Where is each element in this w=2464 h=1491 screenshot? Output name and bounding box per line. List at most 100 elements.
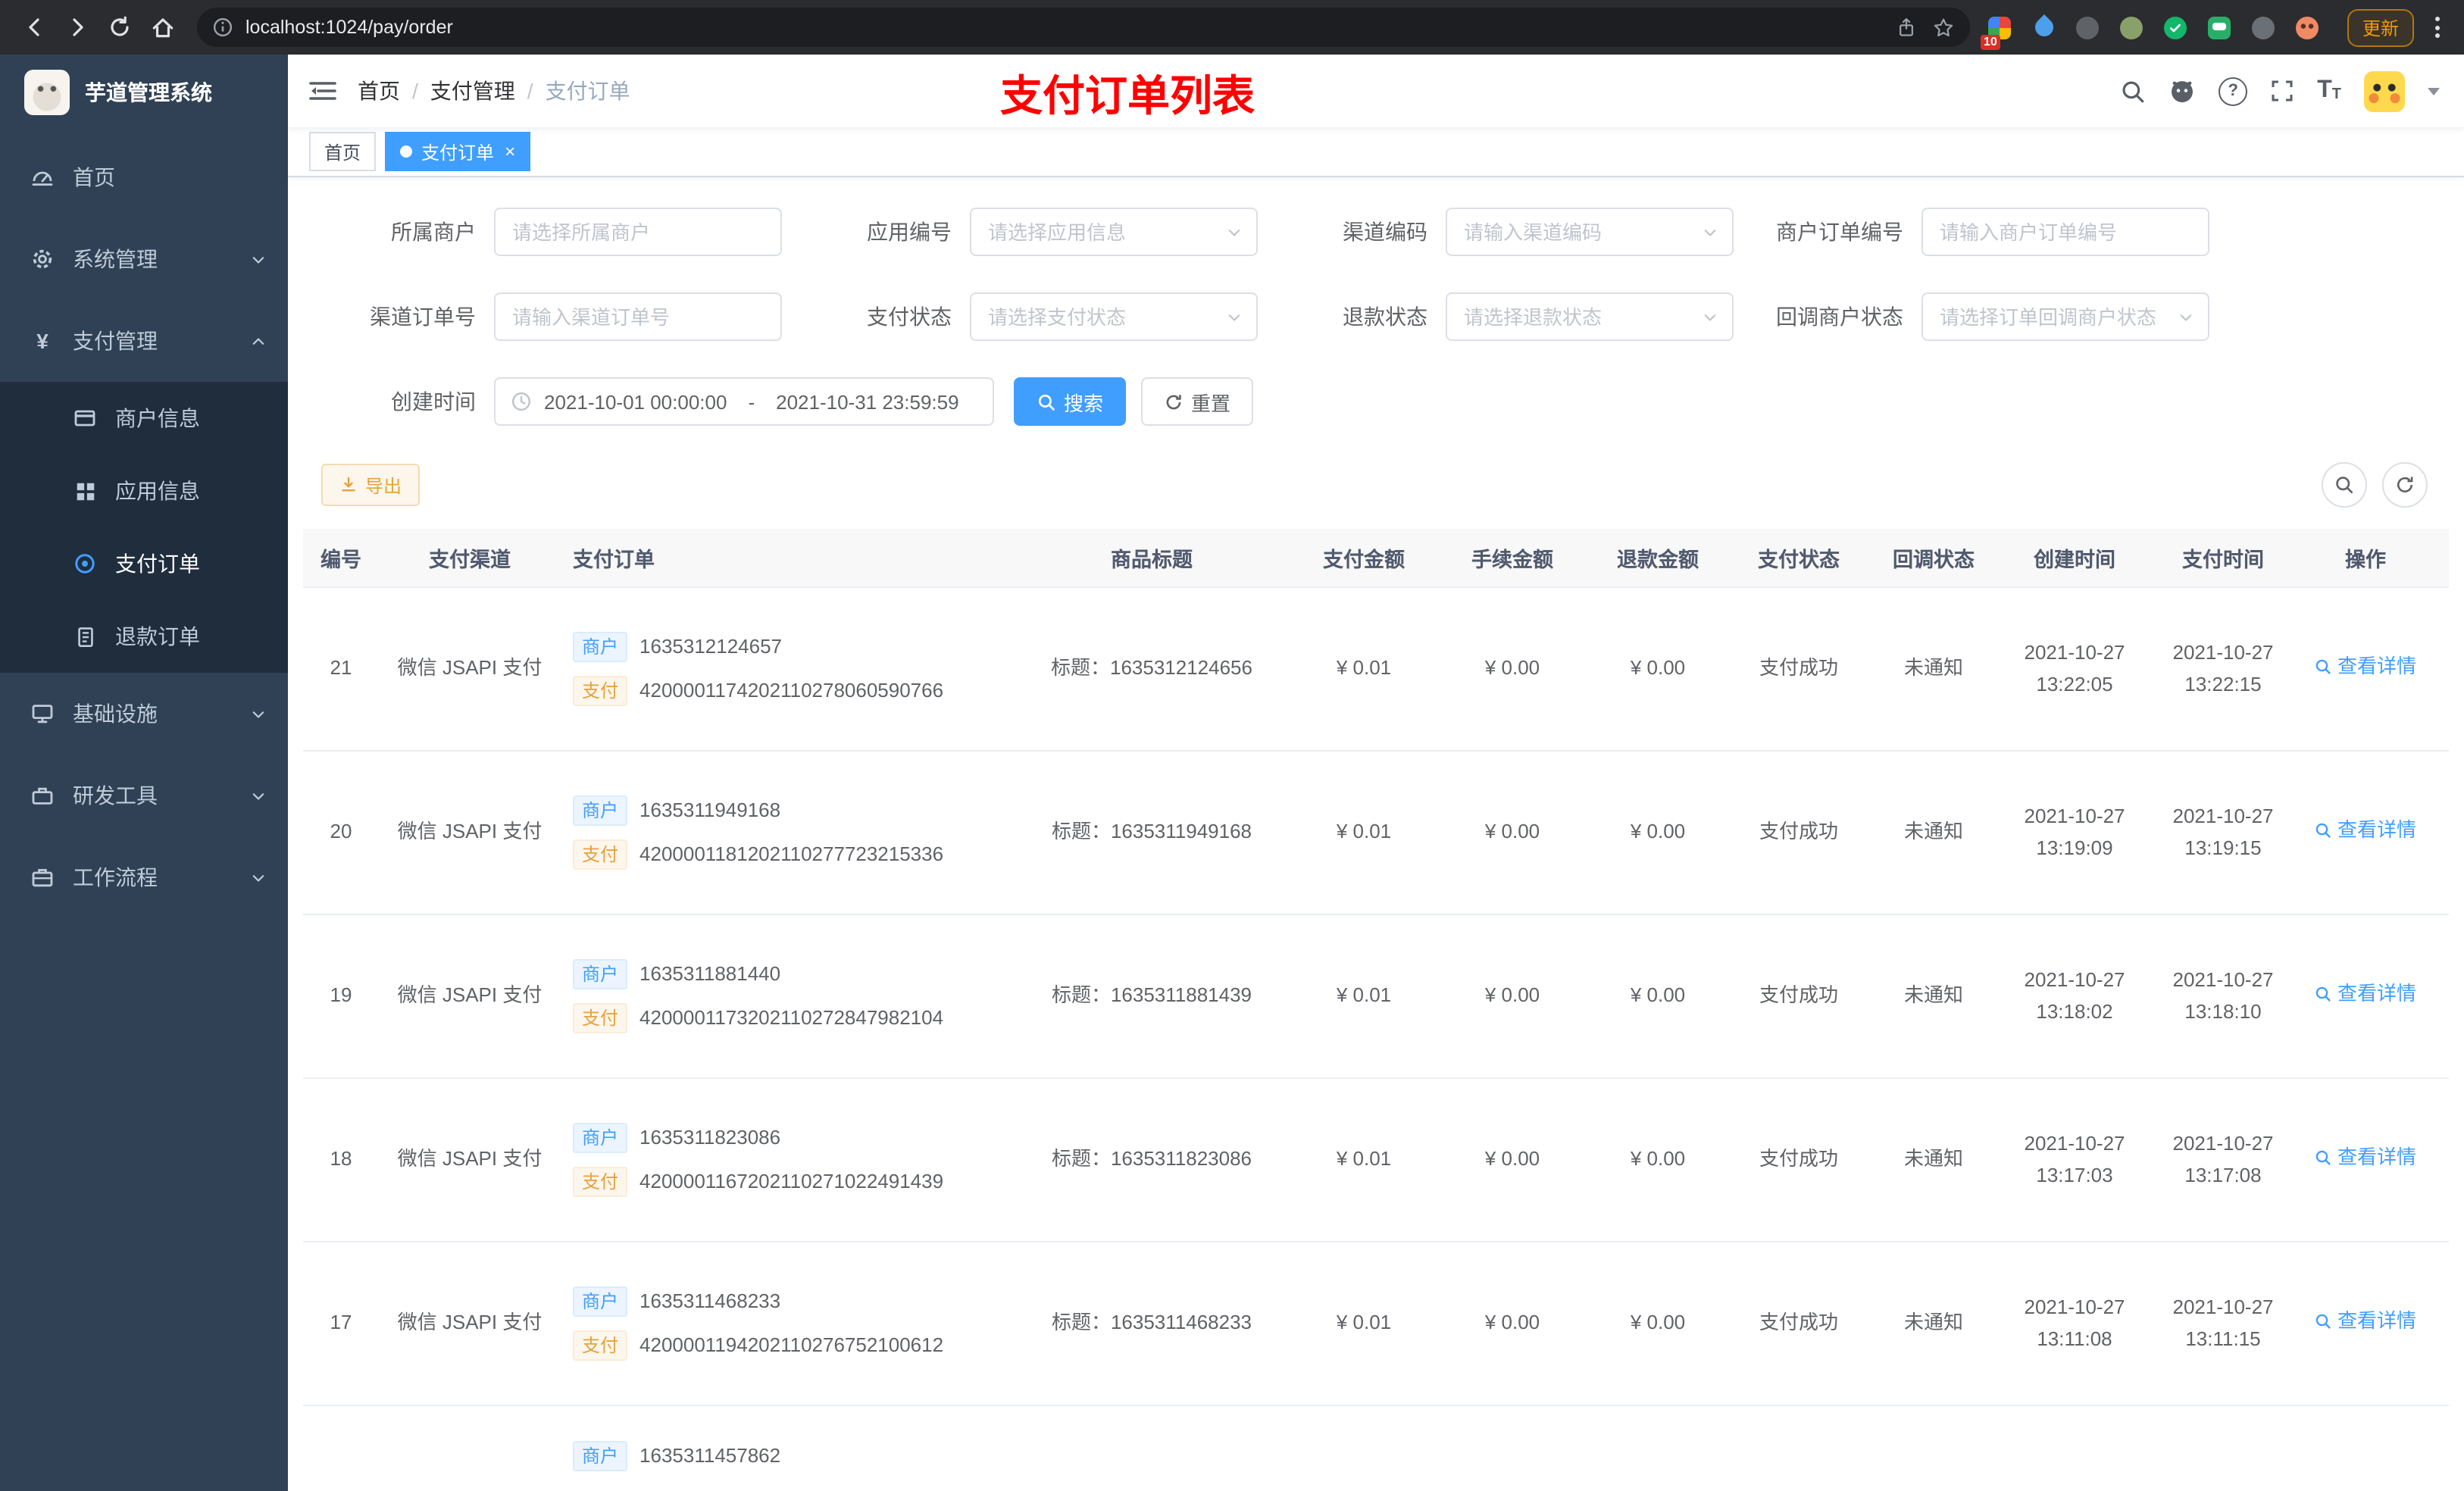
browser-reload-icon[interactable] (100, 8, 139, 47)
cell-notify: 未通知 (1903, 983, 1963, 1007)
filter-field-merchant: 所属商户 (306, 208, 782, 256)
sidebar-item-system[interactable]: 系统管理 (0, 218, 288, 300)
table-row: 21 微信 JSAPI 支付 商户 1635312124657 支付 4200001… (303, 588, 2449, 752)
browser-menu-icon[interactable] (2426, 17, 2449, 38)
reset-button[interactable]: 重置 (1141, 377, 1254, 426)
sidebar-item-app-info[interactable]: 应用信息 (0, 455, 288, 527)
extension-dark-icon[interactable] (2073, 12, 2103, 42)
browser-update-button[interactable]: 更新 (2347, 8, 2414, 46)
breadcrumb-pay-management[interactable]: 支付管理 (430, 76, 515, 106)
notify-status-input[interactable] (1937, 304, 2172, 330)
app-logo[interactable]: 芋道管理系统 (0, 55, 288, 130)
notify-status-select[interactable] (1921, 292, 2209, 341)
extension-face-icon[interactable] (2293, 12, 2323, 42)
filter-row: 渠道订单号 支付状态 退款状态 (288, 292, 2464, 341)
help-icon[interactable]: ? (2219, 77, 2248, 105)
create-time-range-picker[interactable]: 2021-10-01 00:00:00 - 2021-10-31 23:59:5… (494, 377, 994, 426)
sidebar-item-refund-order[interactable]: 退款订单 (0, 600, 288, 673)
cell-title: 标题：1635311468233 (1051, 1311, 1252, 1334)
search-icon[interactable] (2120, 78, 2146, 104)
merchant-order-no: 1635311823086 (639, 1125, 781, 1149)
view-detail-link[interactable]: 查看详情 (2315, 1143, 2416, 1174)
cell-create-time: 2021-10-27 13:11:08 (2024, 1296, 2125, 1349)
hamburger-icon[interactable] (288, 79, 358, 103)
merchant-order-no: 1635312124657 (639, 634, 783, 658)
merchant-select[interactable] (494, 208, 782, 256)
browser-forward-icon[interactable] (58, 8, 97, 47)
table-header-row: 编号 支付渠道 支付订单 商品标题 支付金额 手续金额 退款金额 支付状态 回调… (303, 529, 2449, 588)
user-avatar[interactable] (2364, 70, 2405, 111)
cell-amount: ¥ 0.01 (1336, 1311, 1392, 1334)
chevron-down-icon (250, 251, 267, 267)
app-select-input[interactable] (985, 219, 1220, 245)
column-header: 支付状态 (1758, 549, 1840, 571)
breadcrumb: 首页 / 支付管理 / 支付订单 (358, 76, 630, 106)
merchant-select-input[interactable] (509, 219, 767, 245)
sidebar-item-home[interactable]: 首页 (0, 136, 288, 218)
export-button[interactable]: 导出 (321, 464, 421, 506)
view-detail-link[interactable]: 查看详情 (2315, 816, 2416, 846)
view-detail-link[interactable]: 查看详情 (2315, 1307, 2416, 1337)
avatar-caret-icon[interactable] (2428, 87, 2440, 95)
refund-status-select[interactable] (1446, 292, 1734, 341)
app-select[interactable] (970, 208, 1258, 256)
extension-chat-icon[interactable] (2205, 12, 2235, 42)
refund-status-input[interactable] (1461, 304, 1696, 330)
merchant-tag: 商户 (573, 1122, 628, 1153)
view-detail-link[interactable]: 查看详情 (2315, 652, 2416, 683)
channel-order-no-input[interactable] (509, 304, 767, 330)
fullscreen-icon[interactable] (2270, 79, 2294, 103)
table-refresh-icon[interactable] (2382, 462, 2428, 508)
sidebar-item-infrastructure[interactable]: 基础设施 (0, 673, 288, 755)
cell-create-time: 2021-10-27 13:17:03 (2024, 1132, 2125, 1186)
merchant-order-no-field[interactable] (1921, 208, 2209, 256)
search-button[interactable]: 搜索 (1014, 377, 1127, 426)
cell-action: 查看详情 (2297, 980, 2434, 1013)
toolbox-icon (30, 783, 55, 808)
extension-green-gray-icon[interactable] (2117, 12, 2147, 42)
breadcrumb-home[interactable]: 首页 (358, 76, 400, 106)
sidebar-item-payment[interactable]: ¥ 支付管理 (0, 300, 288, 382)
cell-amount: ¥ 0.01 (1336, 983, 1392, 1007)
channel-code-input[interactable] (1461, 219, 1696, 245)
merchant-order-no: 1635311949168 (639, 798, 781, 821)
extension-check-icon[interactable] (2161, 12, 2191, 42)
bookmark-star-icon[interactable] (1932, 16, 1955, 39)
browser-home-icon[interactable] (142, 8, 182, 47)
tab-pay-order[interactable]: 支付订单 × (385, 132, 531, 171)
tab-close-icon[interactable]: × (505, 142, 515, 161)
filter-label: 支付状态 (867, 305, 952, 329)
navbar-actions: ? TT (2120, 70, 2464, 111)
date-separator: - (748, 390, 755, 413)
tab-home[interactable]: 首页 (309, 132, 377, 171)
sidebar-item-dev-tools[interactable]: 研发工具 (0, 755, 288, 836)
cell-fee: ¥ 0.00 (1484, 1311, 1540, 1334)
pay-status-input[interactable] (985, 304, 1220, 330)
browser-back-icon[interactable] (15, 8, 55, 47)
extension-drop-icon[interactable] (2029, 12, 2059, 42)
site-info-icon[interactable] (212, 17, 233, 38)
sidebar-item-merchant-info[interactable]: 商户信息 (0, 382, 288, 455)
filter-label: 所属商户 (391, 220, 476, 244)
extension-grid-icon[interactable]: 10 (1980, 12, 2015, 50)
merchant-tag: 商户 (573, 631, 628, 662)
sidebar-item-pay-order[interactable]: 支付订单 (0, 527, 288, 600)
extension-pin-icon[interactable] (2249, 12, 2279, 42)
channel-order-no-field[interactable] (494, 292, 782, 341)
sidebar-item-workflow[interactable]: 工作流程 (0, 836, 288, 918)
table-row: 18 微信 JSAPI 支付 商户 1635311823086 支付 4200001… (303, 1079, 2449, 1242)
cell-notify: 未通知 (1903, 656, 1963, 680)
pay-status-select[interactable] (970, 292, 1258, 341)
cell-create-time: 2021-10-27 13:19:09 (2024, 805, 2125, 858)
share-icon[interactable] (1896, 17, 1917, 38)
github-icon[interactable] (2169, 77, 2196, 105)
filter-label: 创建时间 (391, 389, 476, 414)
view-detail-link[interactable]: 查看详情 (2315, 980, 2416, 1010)
font-size-icon[interactable]: TT (2317, 78, 2341, 103)
address-bar[interactable]: localhost:1024/pay/order (197, 8, 1970, 47)
cell-channel: 微信 JSAPI 支付 (397, 1147, 543, 1171)
merchant-order-no-input[interactable] (1937, 219, 2194, 245)
merchant-tag: 商户 (573, 1441, 628, 1472)
table-search-toggle-icon[interactable] (2322, 462, 2367, 508)
channel-code-select[interactable] (1446, 208, 1734, 256)
